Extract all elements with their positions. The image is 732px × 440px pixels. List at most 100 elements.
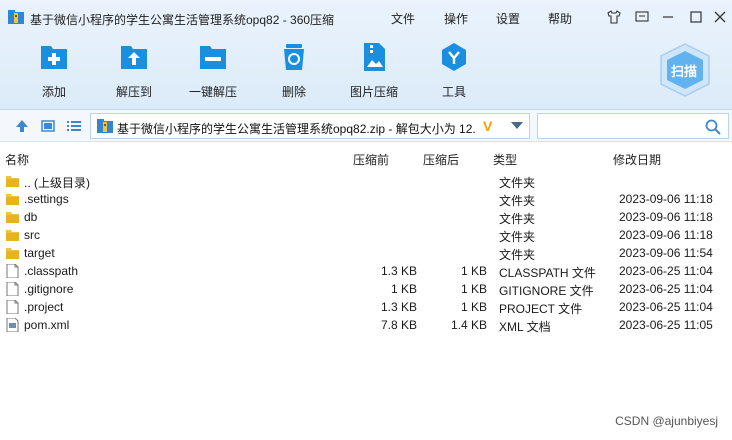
tools-button[interactable]: 工具 [419, 42, 489, 100]
table-row[interactable]: .gitignore 1 KB 1 KB GITIGNORE 文件 2023-06-25… [0, 280, 732, 298]
vip-badge[interactable]: V [483, 118, 492, 134]
file-name: src [24, 228, 40, 242]
file-modified: 2023-09-06 11:18 [619, 210, 713, 224]
file-packed-size: 1 KB [390, 282, 417, 296]
image-compress-icon [364, 43, 385, 71]
top-panel: 基于微信小程序的学生公寓生活管理系统opq82 - 360压缩 文件 操作 设置… [0, 0, 732, 110]
file-packed-size: 1.3 KB [380, 264, 417, 278]
extract-to-button[interactable]: 解压到 [99, 42, 169, 100]
file-type: 文件夹 [499, 230, 536, 244]
file-type: XML 文档 [499, 320, 551, 334]
column-header: 名称 压缩前 压缩后 类型 修改日期 [0, 148, 732, 168]
file-icon [6, 263, 19, 279]
file-type: 文件夹 [499, 212, 536, 226]
extract-to-label: 解压到 [115, 85, 152, 99]
file-modified: 2023-06-25 11:05 [619, 318, 713, 332]
file-name: .gitignore [24, 282, 74, 296]
search-input[interactable] [537, 113, 729, 139]
search-icon[interactable] [704, 118, 722, 136]
delete-icon [284, 44, 304, 70]
archive-path: 基于微信小程序的学生公寓生活管理系统opq82.zip - 解包大小为 12. [117, 122, 476, 136]
table-row[interactable]: pom.xml 7.8 KB 1.4 KB XML 文档 2023-06-25 11:0… [0, 316, 732, 334]
file-size: 1 KB [460, 300, 487, 314]
folder-icon [6, 174, 19, 188]
table-row[interactable]: target 文件夹 2023-09-06 11:54 [0, 244, 732, 262]
minimize-icon[interactable] [660, 9, 676, 25]
menu-operation[interactable]: 操作 [444, 10, 468, 27]
up-arrow-icon[interactable] [14, 118, 30, 134]
zip-archive-icon [97, 119, 113, 133]
table-row[interactable]: .classpath 1.3 KB 1 KB CLASSPATH 文件 2023-06-… [0, 262, 732, 280]
file-icon [6, 299, 19, 315]
file-type: GITIGNORE 文件 [499, 284, 594, 298]
file-name: target [24, 246, 55, 260]
add-icon [41, 46, 67, 69]
image-compress-button[interactable]: 图片压缩 [339, 42, 409, 100]
title-bar: 基于微信小程序的学生公寓生活管理系统opq82 - 360压缩 文件 操作 设置… [0, 0, 732, 36]
file-name: .settings [24, 192, 69, 206]
file-modified: 2023-06-25 11:04 [619, 300, 713, 314]
table-row[interactable]: src 文件夹 2023-09-06 11:18 [0, 226, 732, 244]
delete-label: 删除 [281, 85, 306, 99]
watermark: CSDN @ajunbiyesj [615, 414, 718, 428]
folder-icon [6, 192, 19, 206]
extract-to-icon [121, 46, 147, 69]
maximize-icon[interactable] [688, 9, 704, 25]
file-packed-size: 7.8 KB [380, 318, 417, 332]
file-modified: 2023-06-25 11:04 [619, 282, 713, 296]
tools-label: 工具 [441, 85, 466, 99]
menu-settings[interactable]: 设置 [496, 10, 520, 27]
one-click-extract-label: 一键解压 [188, 85, 237, 99]
scan-button[interactable]: 扫描 [657, 42, 713, 98]
file-size: 1.4 KB [450, 318, 487, 332]
table-row[interactable]: .. (上级目录) 文件夹 [0, 172, 732, 190]
address-bar-row: 基于微信小程序的学生公寓生活管理系统opq82.zip - 解包大小为 12. … [0, 110, 732, 142]
menu-help[interactable]: 帮助 [548, 10, 572, 27]
window-title: 基于微信小程序的学生公寓生活管理系统opq82 - 360压缩 [30, 13, 335, 27]
thumbnail-view-icon[interactable] [40, 118, 56, 134]
folder-icon [6, 210, 19, 224]
xml-file-icon [6, 317, 19, 333]
file-type: 文件夹 [499, 194, 536, 208]
menu-file[interactable]: 文件 [391, 10, 415, 27]
file-size: 1 KB [460, 264, 487, 278]
file-modified: 2023-09-06 11:18 [619, 192, 713, 206]
image-compress-label: 图片压缩 [349, 85, 398, 99]
path-dropdown-icon[interactable] [511, 122, 523, 129]
table-row[interactable]: .project 1.3 KB 1 KB PROJECT 文件 2023-06-25 1… [0, 298, 732, 316]
file-type: CLASSPATH 文件 [499, 266, 596, 280]
tools-icon [442, 43, 466, 71]
list-view-icon[interactable] [66, 118, 82, 134]
table-row[interactable]: db 文件夹 2023-09-06 11:18 [0, 208, 732, 226]
one-click-extract-icon [200, 46, 226, 69]
file-type: PROJECT 文件 [499, 302, 583, 316]
one-click-extract-button[interactable]: 一键解压 [178, 42, 248, 100]
file-modified: 2023-06-25 11:04 [619, 264, 713, 278]
table-row[interactable]: .settings 文件夹 2023-09-06 11:18 [0, 190, 732, 208]
file-icon [6, 281, 19, 297]
file-modified: 2023-09-06 11:54 [619, 246, 713, 260]
delete-button[interactable]: 删除 [259, 42, 329, 100]
col-type[interactable]: 类型 [493, 151, 517, 168]
folder-icon [6, 228, 19, 242]
zip-archive-icon [8, 10, 24, 24]
file-name: .project [24, 300, 64, 314]
file-name: db [24, 210, 38, 224]
add-button[interactable]: 添加 [19, 42, 89, 100]
file-name: pom.xml [24, 318, 70, 332]
col-packed[interactable]: 压缩前 [353, 151, 389, 168]
file-type: 文件夹 [499, 176, 536, 190]
file-packed-size: 1.3 KB [380, 300, 417, 314]
path-field[interactable]: 基于微信小程序的学生公寓生活管理系统opq82.zip - 解包大小为 12. … [90, 113, 530, 139]
skin-icon[interactable] [606, 9, 622, 25]
file-modified: 2023-09-06 11:18 [619, 228, 713, 242]
add-label: 添加 [41, 85, 66, 99]
file-type: 文件夹 [499, 248, 536, 262]
file-size: 1 KB [460, 282, 487, 296]
feedback-icon[interactable] [634, 9, 650, 25]
col-modified[interactable]: 修改日期 [613, 151, 661, 168]
col-size[interactable]: 压缩后 [423, 151, 459, 168]
folder-icon [6, 246, 19, 260]
close-icon[interactable] [712, 9, 728, 25]
col-name[interactable]: 名称 [5, 151, 29, 168]
